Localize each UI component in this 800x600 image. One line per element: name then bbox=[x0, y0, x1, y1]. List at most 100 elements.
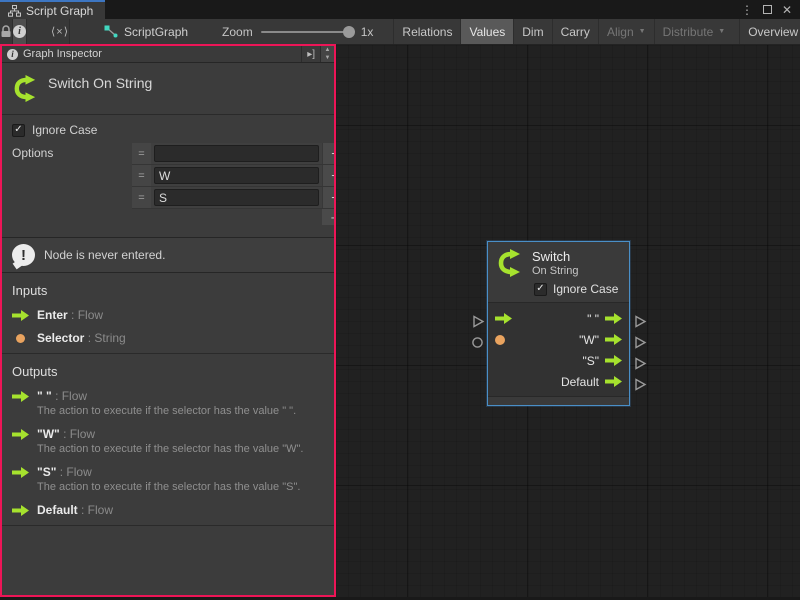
output-port-marker-icon[interactable] bbox=[634, 315, 647, 328]
script-graph-window: Script Graph ⋮ ✕ i ⟨×⟩ ScriptGraph Zoom … bbox=[0, 0, 800, 600]
overview-button[interactable]: Overview bbox=[739, 19, 800, 44]
chevron-down-icon: ▼ bbox=[718, 28, 725, 35]
ignore-case-checkbox[interactable]: ✓ bbox=[534, 283, 547, 296]
flow-arrow-icon bbox=[12, 429, 29, 440]
zoom-slider[interactable] bbox=[261, 31, 353, 33]
scroll-spinner: ▲ ▼ bbox=[320, 46, 334, 62]
distribute-dropdown[interactable]: Distribute ▼ bbox=[654, 19, 734, 44]
flow-arrow-icon bbox=[12, 505, 29, 516]
maximize-icon[interactable] bbox=[763, 5, 772, 14]
flow-out-port-icon[interactable] bbox=[605, 313, 622, 324]
node-subtitle: On String bbox=[532, 265, 578, 277]
drag-handle-icon[interactable]: = bbox=[132, 143, 151, 164]
node-port-row: "S" bbox=[488, 350, 629, 371]
node-title: Switch bbox=[532, 249, 578, 264]
outputs-section: Outputs " " : Flow The action to execute… bbox=[2, 353, 334, 525]
options-label: Options bbox=[12, 143, 132, 225]
tab-label: Script Graph bbox=[26, 4, 93, 18]
ignore-case-label: Ignore Case bbox=[553, 282, 618, 296]
warning-box: ! Node is never entered. bbox=[2, 237, 334, 273]
option-item: = − bbox=[132, 143, 336, 165]
inspector-empty-area bbox=[2, 525, 334, 597]
output-description: The action to execute if the selector ha… bbox=[37, 405, 324, 417]
output-port-marker-icon[interactable] bbox=[634, 357, 647, 370]
zoom-value: 1x bbox=[361, 25, 374, 39]
zoom-slider-handle[interactable] bbox=[343, 26, 355, 38]
input-row: Enter : Flow bbox=[12, 308, 324, 322]
option-item: = − bbox=[132, 165, 336, 187]
inspector-properties: ✓ Ignore Case Options = − = − bbox=[2, 115, 334, 229]
node-port-row: Default bbox=[488, 371, 629, 392]
flow-in-port-icon[interactable] bbox=[495, 313, 512, 324]
graph-toolbar: i ⟨×⟩ ScriptGraph Zoom 1x Relations Valu… bbox=[0, 19, 800, 45]
graph-inspector-panel: i Graph Inspector ▸] ▲ ▼ Switch On Strin… bbox=[0, 44, 336, 597]
warning-icon: ! bbox=[12, 244, 35, 266]
inputs-section: Inputs Enter : Flow Selector : String bbox=[2, 273, 334, 353]
output-row: "W" : Flow bbox=[12, 427, 324, 441]
add-option-button[interactable]: + bbox=[322, 209, 336, 225]
code-view-button[interactable]: ⟨×⟩ bbox=[51, 19, 70, 44]
option-item: = − bbox=[132, 187, 336, 209]
zoom-label: Zoom bbox=[222, 25, 253, 39]
output-row: "S" : Flow bbox=[12, 465, 324, 479]
menu-icon[interactable]: ⋮ bbox=[741, 4, 753, 16]
enter-port-marker-icon[interactable] bbox=[472, 315, 485, 328]
inspector-node-titleblock: Switch On String bbox=[2, 63, 334, 115]
output-port-marker-icon[interactable] bbox=[634, 378, 647, 391]
remove-option-button[interactable]: − bbox=[322, 165, 336, 186]
inspector-toggle-button[interactable]: i bbox=[13, 19, 27, 44]
dim-button[interactable]: Dim bbox=[513, 19, 551, 44]
switch-icon bbox=[496, 249, 524, 277]
option-input[interactable] bbox=[154, 189, 319, 206]
carry-button[interactable]: Carry bbox=[552, 19, 598, 44]
scroll-up-icon[interactable]: ▲ bbox=[321, 46, 334, 54]
port-label: Default bbox=[561, 375, 599, 389]
output-description: The action to execute if the selector ha… bbox=[37, 443, 324, 455]
relations-button[interactable]: Relations bbox=[393, 19, 460, 44]
switch-on-string-node[interactable]: Switch On String ✓ Ignore Case " " bbox=[487, 241, 630, 406]
tab-script-graph[interactable]: Script Graph bbox=[0, 0, 105, 19]
remove-option-button[interactable]: − bbox=[322, 143, 336, 164]
toolbar-toggles: Relations Values Dim Carry Align ▼ Distr… bbox=[393, 19, 800, 44]
node-body: " " "W" "S" bbox=[488, 303, 629, 396]
drag-handle-icon[interactable]: = bbox=[132, 165, 151, 186]
ignore-case-row: ✓ Ignore Case bbox=[12, 123, 326, 137]
options-row: Options = − = − = − bbox=[12, 143, 326, 225]
scroll-down-icon[interactable]: ▼ bbox=[321, 54, 334, 62]
values-button[interactable]: Values bbox=[460, 19, 513, 44]
inspector-header: i Graph Inspector ▸] ▲ ▼ bbox=[2, 46, 334, 63]
warning-text: Node is never entered. bbox=[44, 248, 165, 262]
string-port-icon[interactable] bbox=[495, 335, 505, 345]
dock-panel-icon[interactable]: ▸] bbox=[301, 46, 320, 62]
port-label: " " bbox=[587, 312, 599, 326]
output-description: The action to execute if the selector ha… bbox=[37, 481, 324, 493]
flow-arrow-icon bbox=[12, 467, 29, 478]
output-row: " " : Flow bbox=[12, 389, 324, 403]
graph-asset-icon bbox=[8, 5, 21, 17]
drag-handle-icon[interactable]: = bbox=[132, 187, 151, 208]
port-label: "S" bbox=[582, 354, 599, 368]
node-port-row: " " bbox=[488, 308, 629, 329]
ignore-case-label: Ignore Case bbox=[32, 123, 97, 137]
option-input[interactable] bbox=[154, 145, 319, 162]
check-icon: ✓ bbox=[536, 284, 544, 294]
selector-port-marker-icon[interactable] bbox=[471, 336, 484, 349]
ignore-case-checkbox[interactable]: ✓ bbox=[12, 124, 25, 137]
close-icon[interactable]: ✕ bbox=[782, 4, 792, 16]
flow-out-port-icon[interactable] bbox=[605, 355, 622, 366]
align-dropdown[interactable]: Align ▼ bbox=[598, 19, 654, 44]
script-graph-icon bbox=[104, 25, 118, 38]
output-row: Default : Flow bbox=[12, 503, 324, 517]
remove-option-button[interactable]: − bbox=[322, 187, 336, 208]
output-port-marker-icon[interactable] bbox=[634, 336, 647, 349]
input-row: Selector : String bbox=[12, 331, 324, 345]
flow-out-port-icon[interactable] bbox=[605, 376, 622, 387]
option-input[interactable] bbox=[154, 167, 319, 184]
lock-button[interactable] bbox=[0, 19, 13, 44]
code-icon: ⟨×⟩ bbox=[51, 25, 69, 38]
node-header[interactable]: Switch On String ✓ Ignore Case bbox=[488, 242, 629, 303]
flow-out-port-icon[interactable] bbox=[605, 334, 622, 345]
window-controls: ⋮ ✕ bbox=[741, 0, 800, 19]
breadcrumb[interactable]: ScriptGraph bbox=[94, 19, 198, 44]
options-list: = − = − = − + bbox=[132, 143, 336, 225]
